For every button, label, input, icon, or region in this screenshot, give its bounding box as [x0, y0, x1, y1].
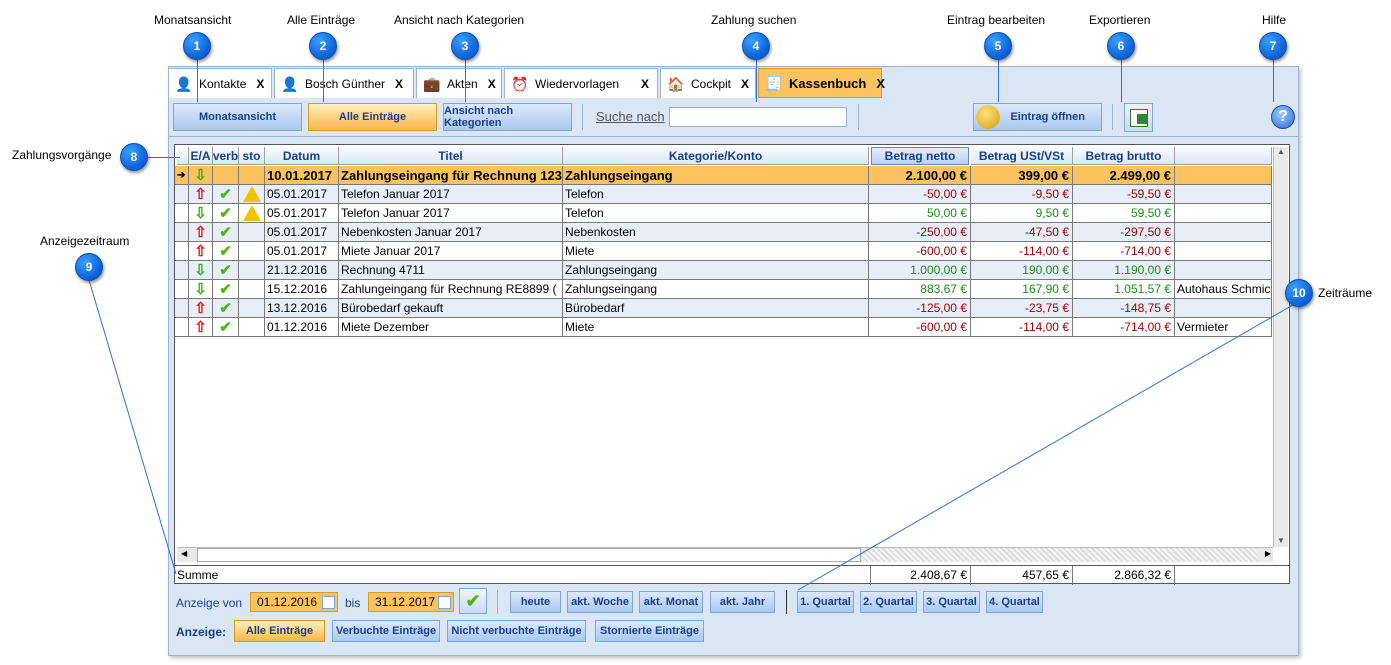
callout-badge-8: 8	[120, 143, 148, 171]
callout-badge-9: 9	[75, 253, 103, 281]
callout-badge-7: 7	[1259, 32, 1287, 60]
callout-badge-2: 2	[309, 32, 337, 60]
callout-badge-5: 5	[984, 32, 1012, 60]
callout-badge-3: 3	[451, 32, 479, 60]
leader-lines	[88, 279, 1299, 591]
callout-badge-4: 4	[742, 32, 770, 60]
callout-badge-10: 10	[1285, 279, 1313, 307]
callout-badge-6: 6	[1107, 32, 1135, 60]
callout-badge-1: 1	[183, 32, 211, 60]
